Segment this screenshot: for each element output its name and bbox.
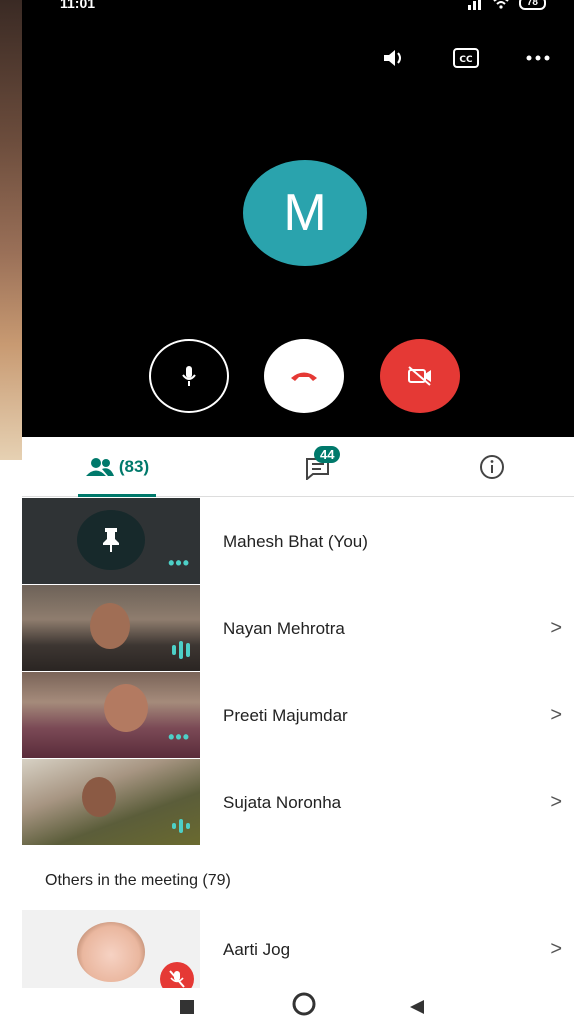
audio-level-icon [172, 641, 190, 659]
participant-tile [22, 910, 200, 996]
chat-unread-badge: 44 [314, 446, 341, 463]
status-time: 11:01 [60, 0, 96, 11]
signal-icon [467, 0, 483, 13]
avatar [77, 922, 145, 982]
chevron-right-icon[interactable]: > [550, 938, 562, 961]
captions-icon[interactable]: CC [452, 44, 480, 72]
tab-chat[interactable]: 44 [284, 437, 354, 497]
background-app-strip [0, 0, 22, 460]
back-icon[interactable] [408, 998, 426, 1016]
system-nav-bar [0, 988, 574, 1016]
caller-avatar: M [243, 160, 367, 266]
info-icon [480, 455, 504, 479]
wifi-icon [493, 0, 509, 13]
participant-name: Nayan Mehrotra [223, 618, 345, 638]
battery-indicator: 78 [518, 0, 546, 10]
svg-text:CC: CC [459, 55, 473, 65]
end-call-icon [291, 372, 317, 381]
participant-video: ••• [22, 672, 200, 758]
list-item[interactable]: ••• Mahesh Bhat (You) [22, 498, 562, 585]
camera-toggle-button[interactable] [380, 339, 460, 413]
participant-video [22, 759, 200, 845]
status-icons: 78 [467, 0, 546, 13]
camera-off-icon [408, 366, 431, 386]
home-icon[interactable] [290, 992, 318, 1016]
tab-info[interactable] [472, 437, 512, 497]
list-item[interactable]: Aarti Jog > [22, 910, 562, 996]
tab-people[interactable]: (83) [72, 437, 162, 497]
list-item[interactable]: Nayan Mehrotra > [22, 585, 562, 672]
participant-name: Preeti Majumdar [223, 705, 348, 725]
participant-name: Sujata Noronha [223, 792, 342, 812]
mic-icon [182, 366, 196, 386]
participant-list: ••• Mahesh Bhat (You) Nayan Mehrotra > •… [22, 498, 562, 846]
chevron-right-icon[interactable]: > [550, 617, 562, 640]
more-dots-icon[interactable]: ••• [168, 727, 190, 748]
active-tab-indicator [78, 494, 156, 497]
participant-tabs: (83) 44 [22, 437, 574, 497]
participant-tile: ••• [22, 498, 200, 584]
others-heading: Others in the meeting (79) [45, 872, 231, 889]
audio-level-icon [172, 819, 190, 833]
chevron-right-icon[interactable]: > [550, 791, 562, 814]
participant-name: Aarti Jog [223, 940, 291, 959]
end-call-button[interactable] [264, 339, 344, 413]
call-view: 11:01 78 CC M [22, 0, 574, 437]
recents-icon[interactable] [178, 998, 196, 1016]
people-count: (83) [118, 457, 150, 476]
people-icon [85, 458, 114, 476]
more-dots-icon[interactable]: ••• [168, 553, 190, 574]
chevron-right-icon[interactable]: > [550, 704, 562, 727]
microphone-button[interactable] [149, 339, 229, 413]
more-options-icon[interactable] [524, 44, 552, 72]
speaker-icon[interactable] [380, 44, 408, 72]
list-item[interactable]: Sujata Noronha > [22, 759, 562, 846]
call-top-toolbar: CC [380, 44, 552, 72]
pin-icon[interactable] [77, 510, 145, 570]
list-item[interactable]: ••• Preeti Majumdar > [22, 672, 562, 759]
status-bar: 11:01 78 [22, 0, 574, 18]
participant-video [22, 585, 200, 671]
participant-name: Mahesh Bhat (You) [223, 531, 368, 551]
